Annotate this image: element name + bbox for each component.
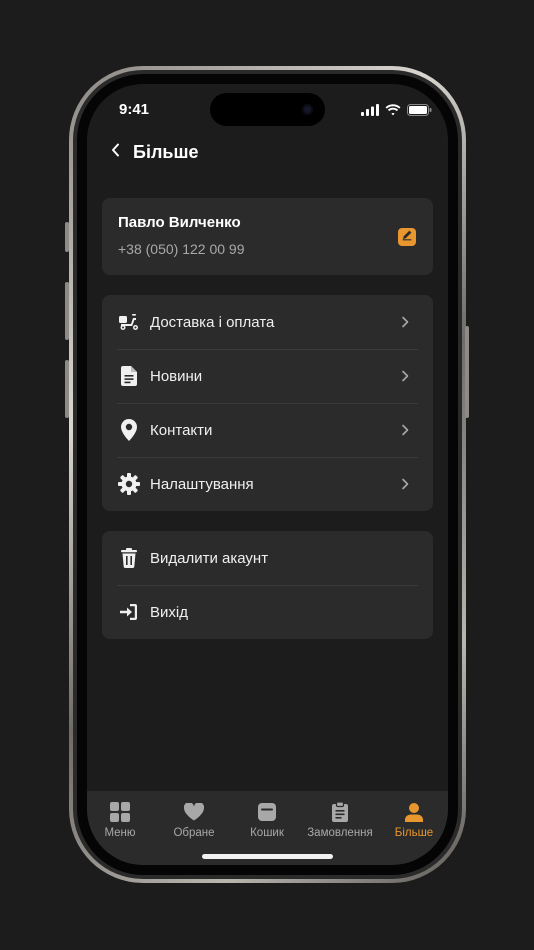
profile-card: Павло Вилченко +38 (050) 122 00 99 xyxy=(102,198,433,275)
tab-label: Обране xyxy=(173,827,215,839)
tab-cart[interactable]: Кошик xyxy=(232,801,302,839)
home-indicator[interactable] xyxy=(202,854,333,859)
chevron-right-icon xyxy=(395,420,415,440)
page-header: Більше xyxy=(107,142,198,163)
menu-item-delivery[interactable]: Доставка і оплата xyxy=(102,295,433,349)
tab-label: Меню xyxy=(104,827,136,839)
document-icon xyxy=(118,365,140,387)
menu-item-label: Доставка і оплата xyxy=(150,313,275,331)
tab-label: Замовлення xyxy=(307,827,373,839)
dynamic-island xyxy=(210,93,325,126)
logout-button[interactable]: Вихід xyxy=(102,585,433,639)
basket-icon xyxy=(256,801,278,823)
camera-icon xyxy=(302,104,313,115)
phone-screen: 9:41 Більше Павло Вилченко +38 (050) 122… xyxy=(87,84,448,865)
tab-label: Більше xyxy=(394,827,434,839)
menu-item-label: Новини xyxy=(150,367,203,385)
profile-name: Павло Вилченко xyxy=(118,214,241,231)
power-button xyxy=(465,326,469,418)
trash-icon xyxy=(118,547,140,569)
menu-item-settings[interactable]: Налаштування xyxy=(102,457,433,511)
volume-up-button xyxy=(65,282,69,340)
menu-item-label: Контакти xyxy=(150,421,213,439)
location-pin-icon xyxy=(118,419,140,441)
profile-phone: +38 (050) 122 00 99 xyxy=(118,241,245,257)
user-icon xyxy=(403,801,425,823)
tab-more[interactable]: Більше xyxy=(379,801,448,839)
action-button xyxy=(65,222,69,252)
menu-card: Доставка і оплата Новини Контакти Налашт… xyxy=(102,295,433,511)
tab-label: Кошик xyxy=(250,827,284,839)
account-item-label: Видалити акаунт xyxy=(150,549,269,567)
volume-down-button xyxy=(65,360,69,418)
wifi-icon xyxy=(385,103,401,121)
chevron-right-icon xyxy=(395,366,415,386)
tab-favorites[interactable]: Обране xyxy=(159,801,229,839)
account-item-label: Вихід xyxy=(150,603,188,621)
heart-icon xyxy=(183,801,205,823)
account-card: Видалити акаунт Вихід xyxy=(102,531,433,639)
menu-item-news[interactable]: Новини xyxy=(102,349,433,403)
delivery-scooter-icon xyxy=(118,311,140,333)
signal-icon xyxy=(361,103,379,121)
chevron-right-icon xyxy=(395,312,415,332)
logout-icon xyxy=(118,601,140,623)
page-title: Більше xyxy=(133,142,199,162)
tab-menu[interactable]: Меню xyxy=(87,801,155,839)
battery-icon xyxy=(407,103,432,121)
status-icons xyxy=(361,103,432,121)
edit-icon xyxy=(401,228,413,246)
delete-account-button[interactable]: Видалити акаунт xyxy=(102,531,433,585)
grid-icon xyxy=(109,801,131,823)
menu-item-contacts[interactable]: Контакти xyxy=(102,403,433,457)
status-time: 9:41 xyxy=(119,101,150,118)
clipboard-icon xyxy=(329,801,351,823)
chevron-right-icon xyxy=(395,474,415,494)
tab-orders[interactable]: Замовлення xyxy=(305,801,375,839)
back-button[interactable] xyxy=(107,143,123,163)
chevron-left-icon xyxy=(111,143,120,162)
edit-profile-button[interactable] xyxy=(398,228,416,246)
menu-item-label: Налаштування xyxy=(150,475,254,493)
gear-icon xyxy=(118,473,140,495)
